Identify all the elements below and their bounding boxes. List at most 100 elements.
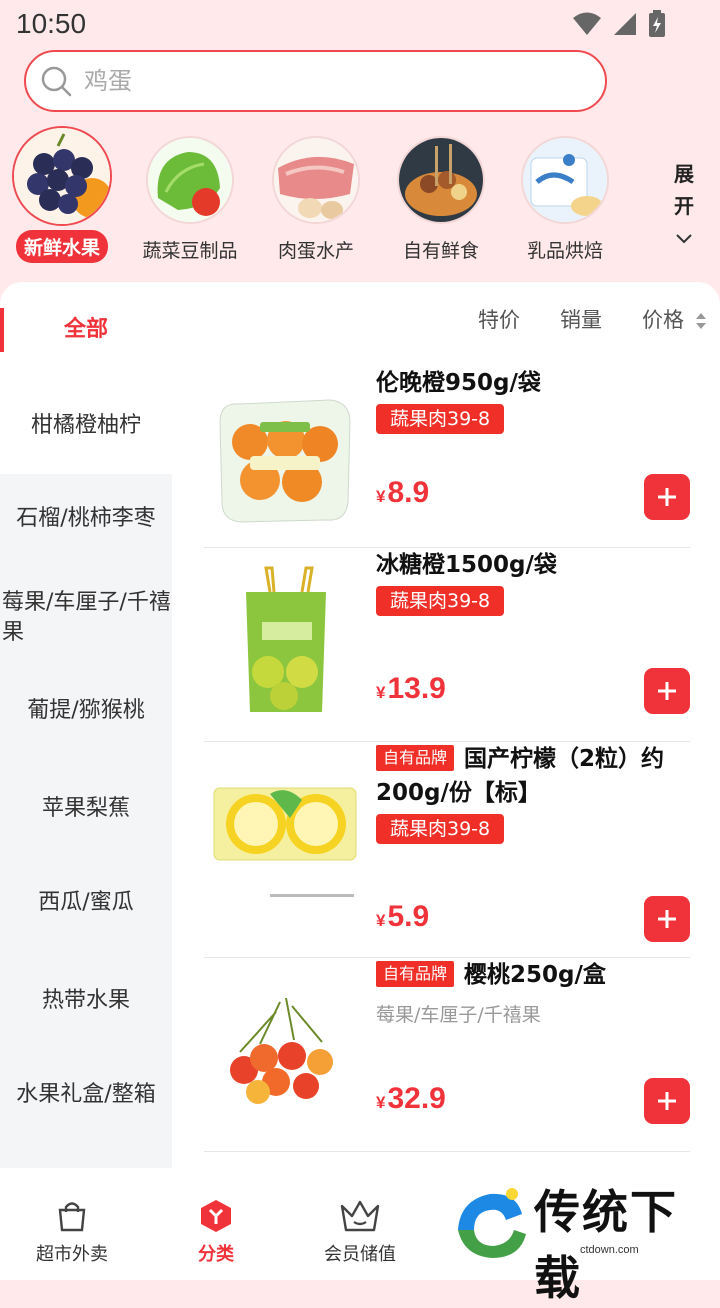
product-image xyxy=(210,562,360,722)
meat-egg-image xyxy=(274,138,358,222)
currency-symbol: ¥ xyxy=(376,1093,386,1112)
add-to-cart-button[interactable] xyxy=(644,668,690,714)
dairy-bakery-image xyxy=(523,138,607,222)
price-value: 32.9 xyxy=(387,1082,446,1115)
search-icon xyxy=(41,66,72,97)
side-item-tropical[interactable]: 热带水果 xyxy=(0,986,172,1016)
product-panel: 全部 特价 销量 价格 柑橘橙柚柠 石榴/桃柿李枣 莓果/车厘子/千禧果 葡提/… xyxy=(0,282,720,1168)
side-item-berries[interactable]: 莓果/车厘子/千禧果 xyxy=(0,588,172,648)
category-label: 乳品烘焙 xyxy=(526,240,603,262)
tab-all[interactable]: 全部 xyxy=(0,308,172,352)
product-price: ¥32.9 xyxy=(376,1082,446,1116)
product-name: 自有品牌 国产柠檬（2粒）约200g/份【标】 xyxy=(376,742,690,810)
add-to-cart-button[interactable] xyxy=(644,474,690,520)
add-to-cart-button[interactable] xyxy=(644,1078,690,1124)
promo-tag: 蔬果肉39-8 xyxy=(376,586,505,616)
product-item[interactable]: 伦晚橙950g/袋 蔬果肉39-8 ¥8.9 xyxy=(204,366,690,548)
product-item[interactable]: 冰糖橙1500g/袋 蔬果肉39-8 ¥13.9 xyxy=(204,548,690,742)
category-fresh-fruit[interactable]: 新鲜水果 xyxy=(2,128,122,263)
currency-symbol: ¥ xyxy=(376,911,386,930)
side-item-gift-box[interactable]: 水果礼盒/整箱 xyxy=(0,1080,172,1110)
product-image xyxy=(210,778,360,918)
product-name-text: 樱桃250g/盒 xyxy=(464,962,606,988)
battery-icon xyxy=(649,10,665,37)
nav-label: 超市外卖 xyxy=(36,1244,108,1265)
category-vegetable[interactable]: 蔬菜豆制品 xyxy=(130,128,250,263)
category-meat-egg[interactable]: 肉蛋水产 xyxy=(256,128,376,263)
product-image xyxy=(210,982,360,1122)
product-image xyxy=(210,382,360,532)
side-item-apple[interactable]: 苹果梨蕉 xyxy=(0,794,172,824)
nav-category[interactable]: 分类 xyxy=(146,1198,286,1266)
status-icons xyxy=(572,10,666,38)
side-nav: 柑橘橙柚柠 石榴/桃柿李枣 莓果/车厘子/千禧果 葡提/猕猴桃 苹果梨蕉 西瓜/… xyxy=(0,378,172,1168)
sort-arrows-icon xyxy=(695,313,706,329)
category-cube-icon xyxy=(201,1200,231,1232)
side-item-melon[interactable]: 西瓜/蜜瓜 xyxy=(0,888,172,918)
product-info: 自有品牌 国产柠檬（2粒）约200g/份【标】 蔬果肉39-8 xyxy=(376,742,690,844)
status-bar: 10:50 xyxy=(0,0,720,48)
shopping-bag-icon xyxy=(58,1202,86,1232)
price-value: 13.9 xyxy=(387,672,446,705)
plus-icon xyxy=(658,488,676,506)
nav-label: 分类 xyxy=(198,1244,234,1265)
search-input[interactable] xyxy=(84,67,544,95)
nav-membership[interactable]: 会员储值 xyxy=(290,1198,430,1266)
watermark: 传统下载 ctdown.com xyxy=(440,1160,720,1305)
divider xyxy=(204,1151,690,1152)
promo-tag: 蔬果肉39-8 xyxy=(376,814,505,844)
category-dairy-bakery[interactable]: 乳品烘焙 xyxy=(505,128,625,263)
add-to-cart-button[interactable] xyxy=(644,896,690,942)
currency-symbol: ¥ xyxy=(376,487,386,506)
watermark-text: 传统下载 xyxy=(534,1185,678,1305)
plus-icon xyxy=(658,1092,676,1110)
expand-button[interactable]: 展 开 xyxy=(664,158,704,254)
watermark-logo-icon xyxy=(458,1188,526,1258)
side-item-citrus[interactable]: 柑橘橙柚柠 xyxy=(0,378,172,474)
side-item-pomegranate[interactable]: 石榴/桃柿李枣 xyxy=(0,504,172,534)
promo-tag: 蔬果肉39-8 xyxy=(376,404,505,434)
expand-label-1: 展 xyxy=(674,162,694,186)
signal-icon xyxy=(614,13,636,35)
product-subcategory: 莓果/车厘子/千禧果 xyxy=(376,1004,541,1026)
fruit-image xyxy=(14,128,110,224)
price-value: 5.9 xyxy=(387,900,430,933)
category-row: 新鲜水果 蔬菜豆制品 肉蛋水产 自有鲜食 乳品烘焙 xyxy=(0,128,720,268)
plus-icon xyxy=(658,682,676,700)
plus-icon xyxy=(658,910,676,928)
product-name: 冰糖橙1500g/袋 xyxy=(376,552,557,578)
product-info: 自有品牌 樱桃250g/盒 莓果/车厘子/千禧果 xyxy=(376,958,690,1027)
product-price: ¥8.9 xyxy=(376,476,429,510)
currency-symbol: ¥ xyxy=(376,683,386,702)
product-item[interactable]: 自有品牌 国产柠檬（2粒）约200g/份【标】 蔬果肉39-8 ¥5.9 xyxy=(204,742,690,958)
crown-icon xyxy=(340,1200,380,1232)
expand-label-2: 开 xyxy=(674,194,694,218)
status-time: 10:50 xyxy=(16,8,87,39)
wifi-icon xyxy=(573,12,601,35)
product-price: ¥13.9 xyxy=(376,672,446,706)
sort-price-label: 价格 xyxy=(642,308,684,332)
sort-price[interactable]: 价格 xyxy=(642,304,707,334)
sort-special[interactable]: 特价 xyxy=(478,304,520,334)
product-item[interactable]: 自有品牌 樱桃250g/盒 莓果/车厘子/千禧果 ¥32.9 xyxy=(204,958,690,1152)
side-item-grape[interactable]: 葡提/猕猴桃 xyxy=(0,696,172,726)
chevron-down-icon xyxy=(676,234,692,244)
product-price: ¥5.9 xyxy=(376,900,429,934)
product-info: 冰糖橙1500g/袋 蔬果肉39-8 xyxy=(376,548,690,616)
category-fresh-food[interactable]: 自有鲜食 xyxy=(381,128,501,263)
own-brand-tag: 自有品牌 xyxy=(376,745,455,771)
category-label: 新鲜水果 xyxy=(15,230,108,263)
category-label: 肉蛋水产 xyxy=(277,240,354,262)
category-label: 自有鲜食 xyxy=(402,240,479,262)
fresh-food-image xyxy=(399,138,483,222)
sort-sales[interactable]: 销量 xyxy=(560,304,602,334)
own-brand-tag: 自有品牌 xyxy=(376,961,455,987)
watermark-sub: ctdown.com xyxy=(580,1244,639,1256)
price-value: 8.9 xyxy=(387,476,430,509)
vegetable-image xyxy=(148,138,232,222)
nav-label: 会员储值 xyxy=(324,1244,396,1265)
product-name: 自有品牌 樱桃250g/盒 xyxy=(376,958,690,992)
product-info: 伦晚橙950g/袋 蔬果肉39-8 xyxy=(376,366,690,434)
search-box[interactable] xyxy=(24,50,607,112)
nav-supermarket[interactable]: 超市外卖 xyxy=(2,1198,142,1266)
